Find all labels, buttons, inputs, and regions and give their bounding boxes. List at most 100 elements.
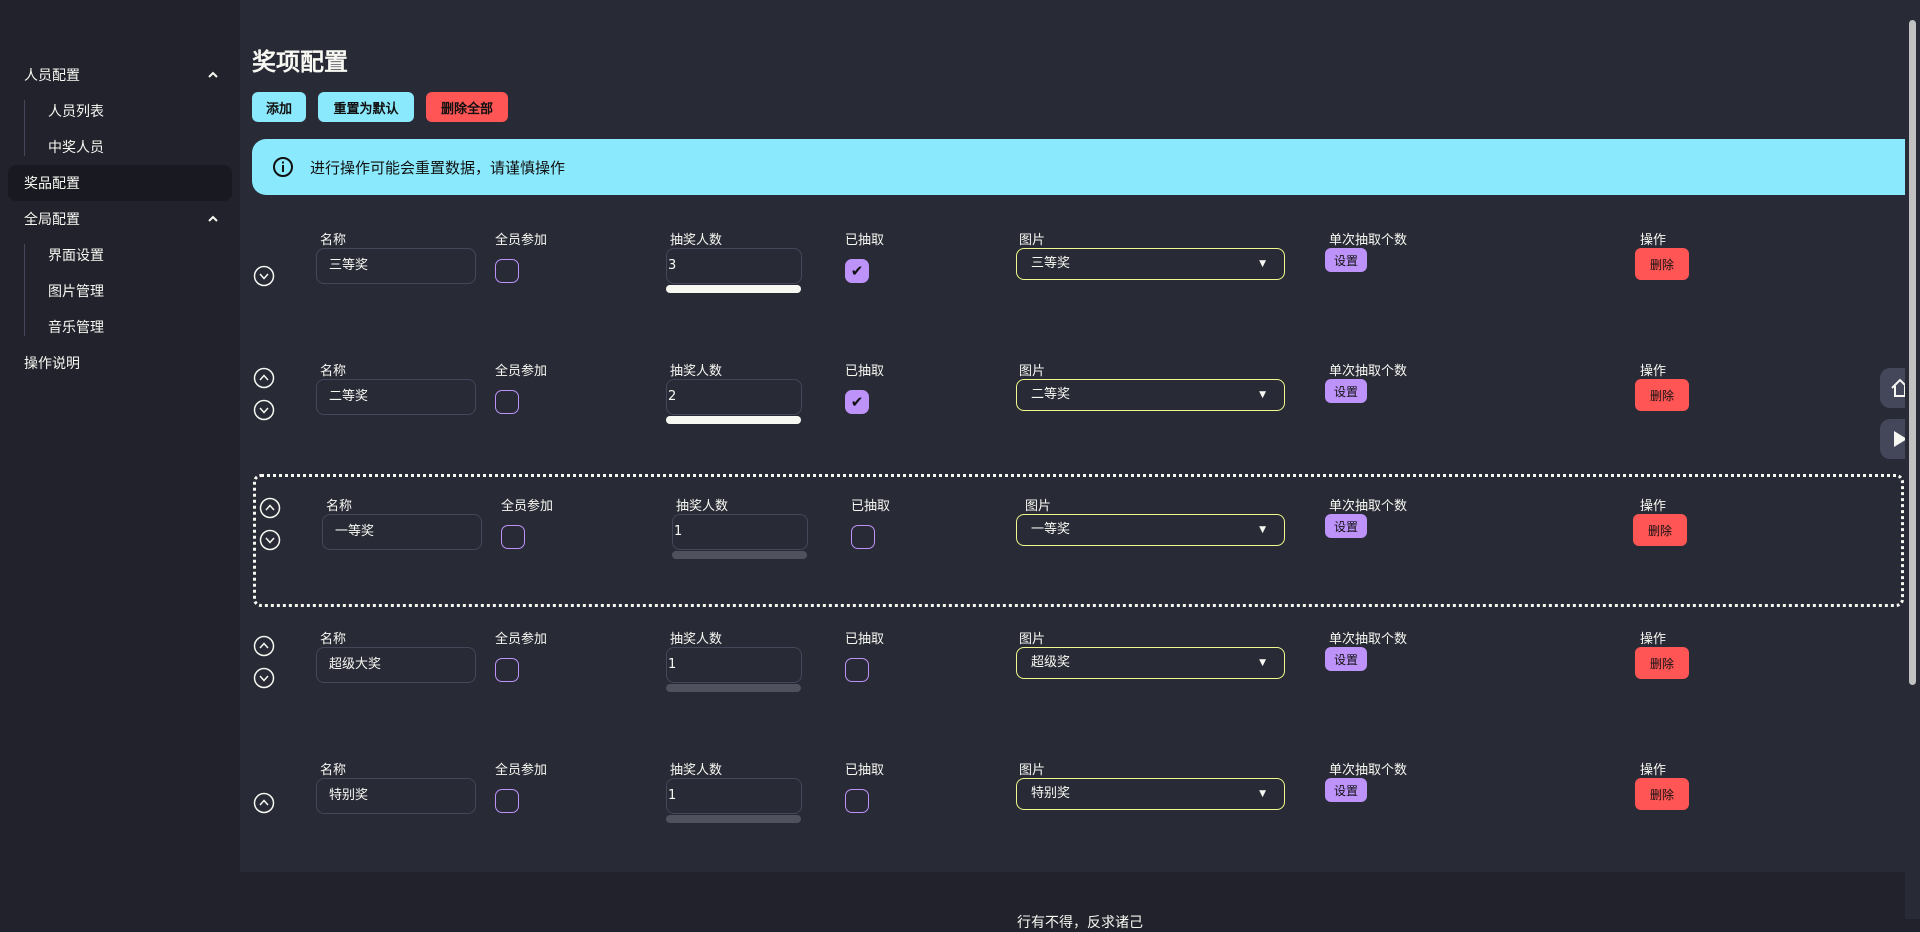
image-select[interactable]: 三等奖 ▼ bbox=[1016, 248, 1285, 280]
sidebar-item-image-management[interactable]: 图片管理 bbox=[48, 281, 104, 301]
sidebar-item-music-management[interactable]: 音乐管理 bbox=[48, 317, 104, 337]
all-join-label: 全员参加 bbox=[495, 364, 548, 379]
prize-row: 名称 二等奖 全员参加 抽奖人数 2 已抽取 ✔ 图片 二等奖 ▼ 单次抽取个数 … bbox=[240, 360, 1905, 470]
set-per-draw-button[interactable]: 设置 bbox=[1325, 379, 1367, 403]
move-down-icon[interactable] bbox=[259, 529, 281, 551]
sidebar-item-people-list[interactable]: 人员列表 bbox=[48, 101, 104, 121]
divider bbox=[24, 244, 25, 336]
count-input[interactable]: 1 bbox=[666, 647, 802, 683]
prize-name-input[interactable]: 二等奖 bbox=[316, 379, 476, 415]
caret-down-icon: ▼ bbox=[1259, 658, 1266, 668]
all-join-label: 全员参加 bbox=[501, 499, 554, 514]
add-button[interactable]: 添加 bbox=[252, 92, 306, 122]
image-select-value: 特别奖 bbox=[1031, 786, 1071, 801]
all-join-checkbox[interactable] bbox=[495, 259, 519, 283]
drawn-label: 已抽取 bbox=[845, 364, 885, 379]
progress-fill bbox=[666, 285, 801, 293]
info-icon bbox=[273, 157, 293, 177]
action-label: 操作 bbox=[1640, 233, 1667, 248]
prize-row: 名称 三等奖 全员参加 抽奖人数 3 已抽取 ✔ 图片 三等奖 ▼ 单次抽取个数 … bbox=[240, 229, 1905, 339]
count-input[interactable]: 3 bbox=[666, 248, 802, 284]
prize-name-input[interactable]: 三等奖 bbox=[316, 248, 476, 284]
count-label: 抽奖人数 bbox=[670, 233, 723, 248]
per-draw-label: 单次抽取个数 bbox=[1329, 763, 1408, 778]
name-label: 名称 bbox=[320, 632, 347, 647]
progress-bar bbox=[666, 684, 801, 692]
caret-down-icon: ▼ bbox=[1259, 259, 1266, 269]
per-draw-label: 单次抽取个数 bbox=[1329, 233, 1408, 248]
name-label: 名称 bbox=[320, 364, 347, 379]
image-select-value: 一等奖 bbox=[1031, 522, 1071, 537]
divider bbox=[24, 100, 25, 156]
drawn-checkbox[interactable] bbox=[845, 658, 869, 682]
move-down-icon[interactable] bbox=[253, 667, 275, 689]
prize-name-input[interactable]: 超级大奖 bbox=[316, 647, 476, 683]
drawn-checkbox[interactable]: ✔ bbox=[845, 259, 869, 283]
prize-name-input[interactable]: 特别奖 bbox=[316, 778, 476, 814]
progress-bar bbox=[666, 416, 801, 424]
drawn-checkbox[interactable] bbox=[851, 525, 875, 549]
set-per-draw-button[interactable]: 设置 bbox=[1325, 647, 1367, 671]
count-label: 抽奖人数 bbox=[670, 364, 723, 379]
reset-default-button[interactable]: 重置为默认 bbox=[318, 92, 414, 122]
drawn-checkbox[interactable] bbox=[845, 789, 869, 813]
delete-prize-button[interactable]: 删除 bbox=[1635, 248, 1689, 280]
count-input[interactable]: 2 bbox=[666, 379, 802, 415]
alert-text: 进行操作可能会重置数据，请谨慎操作 bbox=[310, 158, 566, 177]
action-label: 操作 bbox=[1640, 632, 1667, 647]
count-input[interactable]: 1 bbox=[666, 778, 802, 814]
move-up-icon[interactable] bbox=[259, 497, 281, 519]
progress-bar bbox=[666, 285, 801, 293]
delete-prize-button[interactable]: 删除 bbox=[1633, 514, 1687, 546]
all-join-checkbox[interactable] bbox=[495, 390, 519, 414]
image-select[interactable]: 超级奖 ▼ bbox=[1016, 647, 1285, 679]
set-per-draw-button[interactable]: 设置 bbox=[1325, 514, 1367, 538]
image-select-value: 超级奖 bbox=[1031, 655, 1071, 670]
scrollbar-thumb[interactable] bbox=[1909, 20, 1916, 685]
caret-down-icon: ▼ bbox=[1259, 789, 1266, 799]
page-title: 奖项配置 bbox=[252, 48, 348, 76]
image-label: 图片 bbox=[1025, 499, 1052, 514]
all-join-checkbox[interactable] bbox=[501, 525, 525, 549]
image-select[interactable]: 一等奖 ▼ bbox=[1016, 514, 1285, 546]
sidebar: 人员配置 人员列表 中奖人员 奖品配置 全局配置 界面设置 图片管理 音乐管理 … bbox=[0, 0, 240, 919]
delete-prize-button[interactable]: 删除 bbox=[1635, 379, 1689, 411]
drawn-label: 已抽取 bbox=[845, 233, 885, 248]
image-select[interactable]: 特别奖 ▼ bbox=[1016, 778, 1285, 810]
move-up-icon[interactable] bbox=[253, 792, 275, 814]
action-label: 操作 bbox=[1640, 364, 1667, 379]
move-down-icon[interactable] bbox=[253, 399, 275, 421]
delete-all-button[interactable]: 删除全部 bbox=[426, 92, 508, 122]
chevron-up-icon[interactable] bbox=[206, 68, 220, 82]
sidebar-item-winners[interactable]: 中奖人员 bbox=[48, 137, 104, 157]
image-label: 图片 bbox=[1019, 632, 1046, 647]
sidebar-item-global-config[interactable]: 全局配置 bbox=[24, 209, 80, 229]
all-join-checkbox[interactable] bbox=[495, 658, 519, 682]
drawn-checkbox[interactable]: ✔ bbox=[845, 390, 869, 414]
image-select-value: 二等奖 bbox=[1031, 387, 1071, 402]
sidebar-item-people-config[interactable]: 人员配置 bbox=[24, 65, 80, 85]
set-per-draw-button[interactable]: 设置 bbox=[1325, 248, 1367, 272]
set-per-draw-button[interactable]: 设置 bbox=[1325, 778, 1367, 802]
progress-bar bbox=[666, 815, 801, 823]
move-down-icon[interactable] bbox=[253, 265, 275, 287]
move-up-icon[interactable] bbox=[253, 635, 275, 657]
per-draw-label: 单次抽取个数 bbox=[1329, 632, 1408, 647]
delete-prize-button[interactable]: 删除 bbox=[1635, 778, 1689, 810]
prize-name-input[interactable]: 一等奖 bbox=[322, 514, 482, 550]
chevron-up-icon[interactable] bbox=[206, 212, 220, 226]
delete-prize-button[interactable]: 删除 bbox=[1635, 647, 1689, 679]
all-join-checkbox[interactable] bbox=[495, 789, 519, 813]
name-label: 名称 bbox=[320, 233, 347, 248]
sidebar-item-ui-settings[interactable]: 界面设置 bbox=[48, 245, 104, 265]
footer-text: 行有不得，反求诸己 bbox=[1017, 915, 1143, 931]
move-up-icon[interactable] bbox=[253, 367, 275, 389]
image-select[interactable]: 二等奖 ▼ bbox=[1016, 379, 1285, 411]
prize-row: 名称 特别奖 全员参加 抽奖人数 1 已抽取 图片 特别奖 ▼ 单次抽取个数 设置… bbox=[240, 759, 1905, 869]
all-join-label: 全员参加 bbox=[495, 632, 548, 647]
scrollbar[interactable] bbox=[1905, 0, 1920, 919]
sidebar-item-instructions[interactable]: 操作说明 bbox=[24, 353, 80, 373]
sidebar-item-prize-config[interactable]: 奖品配置 bbox=[8, 165, 232, 201]
count-input[interactable]: 1 bbox=[672, 514, 808, 550]
caret-down-icon: ▼ bbox=[1259, 390, 1266, 400]
